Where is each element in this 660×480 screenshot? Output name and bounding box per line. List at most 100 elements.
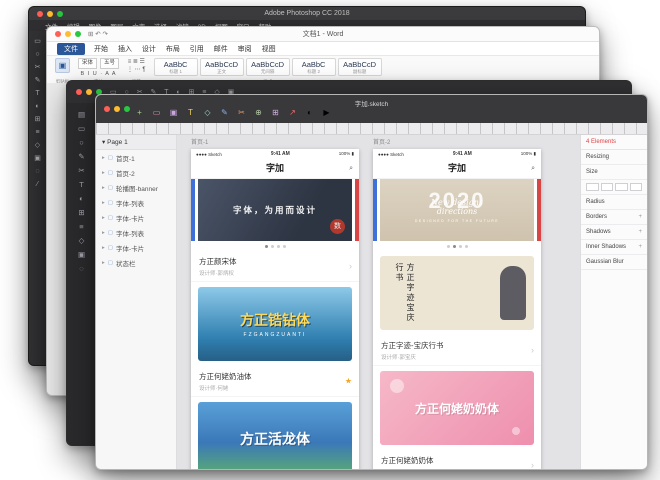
layer-icon: ▢	[108, 260, 113, 266]
quick-access-icons[interactable]: ⊞ ↶ ↷	[88, 30, 108, 38]
layer-label: 状态栏	[116, 258, 136, 268]
layer-label: 字体-卡片	[116, 243, 144, 253]
inspector-section[interactable]: Gaussian Blur	[581, 255, 647, 270]
font-designer: 设计师·何姥	[199, 384, 351, 392]
word-ribbon-tabs: 文件 开始 插入 设计 布局 引用 邮件 审阅 视图	[47, 42, 599, 55]
page-selector[interactable]: ▾ Page 1	[96, 135, 176, 150]
inspector-section[interactable]: Resizing	[581, 150, 647, 165]
font-name-select[interactable]: 宋体	[78, 58, 97, 69]
font-name: 方正字迹-宝庆行书	[381, 340, 533, 351]
text-icon[interactable]: T	[183, 108, 198, 117]
artboard-home-2[interactable]: ●●●● Sketch 9:41 AM 100% ▮ 字加 ⌕ 2020 New…	[373, 149, 541, 469]
artboard-icon[interactable]: ▭	[149, 108, 164, 117]
font-designer: 设计师·何姥	[381, 468, 533, 469]
search-icon[interactable]: ⌕	[531, 159, 535, 178]
sketch-canvas[interactable]: 首页-1 首页-2 WWW.XXX.NET ●●●● Sketch 9:41 A…	[177, 135, 580, 469]
dark-editor-tool-column[interactable]: ▤ ▭ ○ ✎ ✂ T ◐ ⊞ ≡ ◇ ▣ ◌	[67, 103, 96, 445]
union-icon[interactable]: ⊕	[251, 108, 266, 117]
font-list-item[interactable]: 方正何姥奶油体 设计师·何姥 ★	[191, 366, 359, 397]
font-format-buttons[interactable]: B I U · A A	[80, 71, 116, 77]
font-list-item[interactable]: 方正字迹-宝庆行书 设计师·郭宝庆 ›	[373, 335, 541, 366]
search-icon[interactable]: ⌕	[349, 159, 353, 178]
font-banner-card[interactable]: 方正活龙体	[198, 402, 352, 469]
artboard-home-1[interactable]: ●●●● Sketch 9:41 AM 100% ▮ 字加 ⌕ 字体，为用而设计…	[191, 149, 359, 469]
star-icon[interactable]: ★	[345, 377, 352, 386]
photoshop-toolbar-icons[interactable]: ▭ ○ ✂ ✎ T ◐ ⊞ ≡ ◇ ▣ ◌ ⁄	[29, 31, 46, 365]
signal-carrier: ●●●● Sketch	[378, 152, 404, 157]
font-banner-card[interactable]: 方正何姥奶奶体	[380, 371, 534, 445]
layer-label: 首页-1	[116, 153, 135, 163]
mirror-icon[interactable]: ◐	[302, 108, 317, 117]
font-list-item[interactable]: 方正何姥奶奶体 设计师·何姥 ›	[373, 450, 541, 469]
layer-label: 字体-卡片	[116, 213, 144, 223]
font-banner-card[interactable]: 方正字迹宝庆行书	[380, 256, 534, 330]
layer-item[interactable]: ▸ ▢ 首页-1	[96, 150, 176, 165]
hero-carousel[interactable]: 2020 New designs directions DESIGNED FOR…	[373, 179, 541, 241]
layer-icon: ▢	[108, 185, 113, 191]
card-font-title: 方正锆钻体	[240, 310, 310, 330]
add-inner-shadow-icon[interactable]: +	[638, 244, 642, 250]
chevron-right-icon: ›	[531, 460, 534, 469]
layer-icon: ▢	[108, 245, 113, 251]
layer-item[interactable]: ▸ ▢ 首页-2	[96, 165, 176, 180]
hero-tagline: DESIGNED FOR THE FUTURE	[415, 219, 499, 223]
font-name: 方正何姥奶奶体	[381, 455, 533, 466]
hero-line1: New designs	[431, 198, 483, 207]
carousel-dots[interactable]	[191, 241, 359, 251]
artboard-label[interactable]: 首页-1	[191, 137, 208, 146]
image-icon[interactable]: ▣	[166, 108, 181, 117]
style-cell[interactable]: AaBbC标题 1	[154, 58, 198, 76]
font-designer: 设计师·郭炳权	[199, 269, 351, 277]
paste-icon[interactable]: ▣	[55, 58, 70, 73]
paragraph-buttons[interactable]: ≡ ≣ ☰ ⋮ ⋯ ¶	[127, 58, 146, 74]
layer-item[interactable]: ▸ ▢ 字体-列表	[96, 195, 176, 210]
hero-carousel[interactable]: 字体，为用而设计 数	[191, 179, 359, 241]
insert-icon[interactable]: +	[132, 108, 147, 117]
style-cell[interactable]: AaBbC标题 2	[292, 58, 336, 76]
artboard-label[interactable]: 首页-2	[373, 137, 390, 146]
font-list-item[interactable]: 方正颜宋体 设计师·郭炳权 ›	[191, 251, 359, 282]
chevron-icon: ▸	[102, 170, 105, 176]
style-cell[interactable]: AaBbCcD副标题	[338, 58, 382, 76]
style-cell[interactable]: AaBbCcD无间隔	[246, 58, 290, 76]
carousel-prev-slide	[191, 179, 195, 241]
inspector-section[interactable]: Radius	[581, 195, 647, 210]
scissors-icon[interactable]: ✂	[234, 108, 249, 117]
inspector-section[interactable]: Borders +	[581, 210, 647, 225]
add-border-icon[interactable]: +	[638, 214, 642, 220]
tab-file[interactable]: 文件	[57, 43, 85, 55]
canvas-ruler	[96, 123, 647, 135]
shape-icon[interactable]: ◇	[200, 108, 215, 117]
sketch-window: 字加.sketch + ▭ ▣ T ◇ ✎ ✂ ⊕ ⊞ ↗ ◐ ▶ ▾ Page…	[95, 94, 648, 470]
hero-slogan: 字体，为用而设计	[233, 204, 317, 216]
layer-label: 轮播图-banner	[116, 183, 158, 193]
word-title: 文档1 - Word	[47, 29, 599, 39]
layer-item[interactable]: ▸ ▢ 轮播图-banner	[96, 180, 176, 195]
font-size-select[interactable]: 五号	[100, 58, 119, 69]
layer-label: 字体-列表	[116, 228, 144, 238]
layer-item[interactable]: ▸ ▢ 状态栏	[96, 255, 176, 270]
layer-item[interactable]: ▸ ▢ 字体-卡片	[96, 210, 176, 225]
style-cell[interactable]: AaBbCcD正文	[200, 58, 244, 76]
inspector-section[interactable]: Inner Shadows +	[581, 240, 647, 255]
carousel-next-slide	[355, 179, 359, 241]
layer-item[interactable]: ▸ ▢ 字体-列表	[96, 225, 176, 240]
layer-item[interactable]: ▸ ▢ 字体-卡片	[96, 240, 176, 255]
seal-stamp-icon: 数	[330, 219, 345, 234]
sketch-inspector: 4 Elements Resizing Size Radius Borders …	[580, 135, 647, 469]
preview-icon[interactable]: ▶	[319, 108, 334, 117]
forward-icon[interactable]: ↗	[285, 108, 300, 117]
pencil-icon[interactable]: ✎	[217, 108, 232, 117]
ribbon-tab-list[interactable]: 开始 插入 设计 布局 引用 邮件 审阅 视图	[94, 44, 276, 54]
inspector-section[interactable]: Size	[581, 165, 647, 180]
chevron-right-icon: ›	[349, 261, 352, 271]
group-icon[interactable]: ⊞	[268, 108, 283, 117]
status-bar: ●●●● Sketch 9:41 AM 100% ▮	[373, 149, 541, 159]
layer-icon: ▢	[108, 230, 113, 236]
chevron-right-icon: ›	[531, 345, 534, 355]
carousel-dots[interactable]	[373, 241, 541, 251]
add-shadow-icon[interactable]: +	[638, 229, 642, 235]
inspector-section[interactable]: Shadows +	[581, 225, 647, 240]
size-fields[interactable]	[581, 180, 647, 195]
font-banner-card[interactable]: 方正锆钻体 FZGANGZUANTI	[198, 287, 352, 361]
